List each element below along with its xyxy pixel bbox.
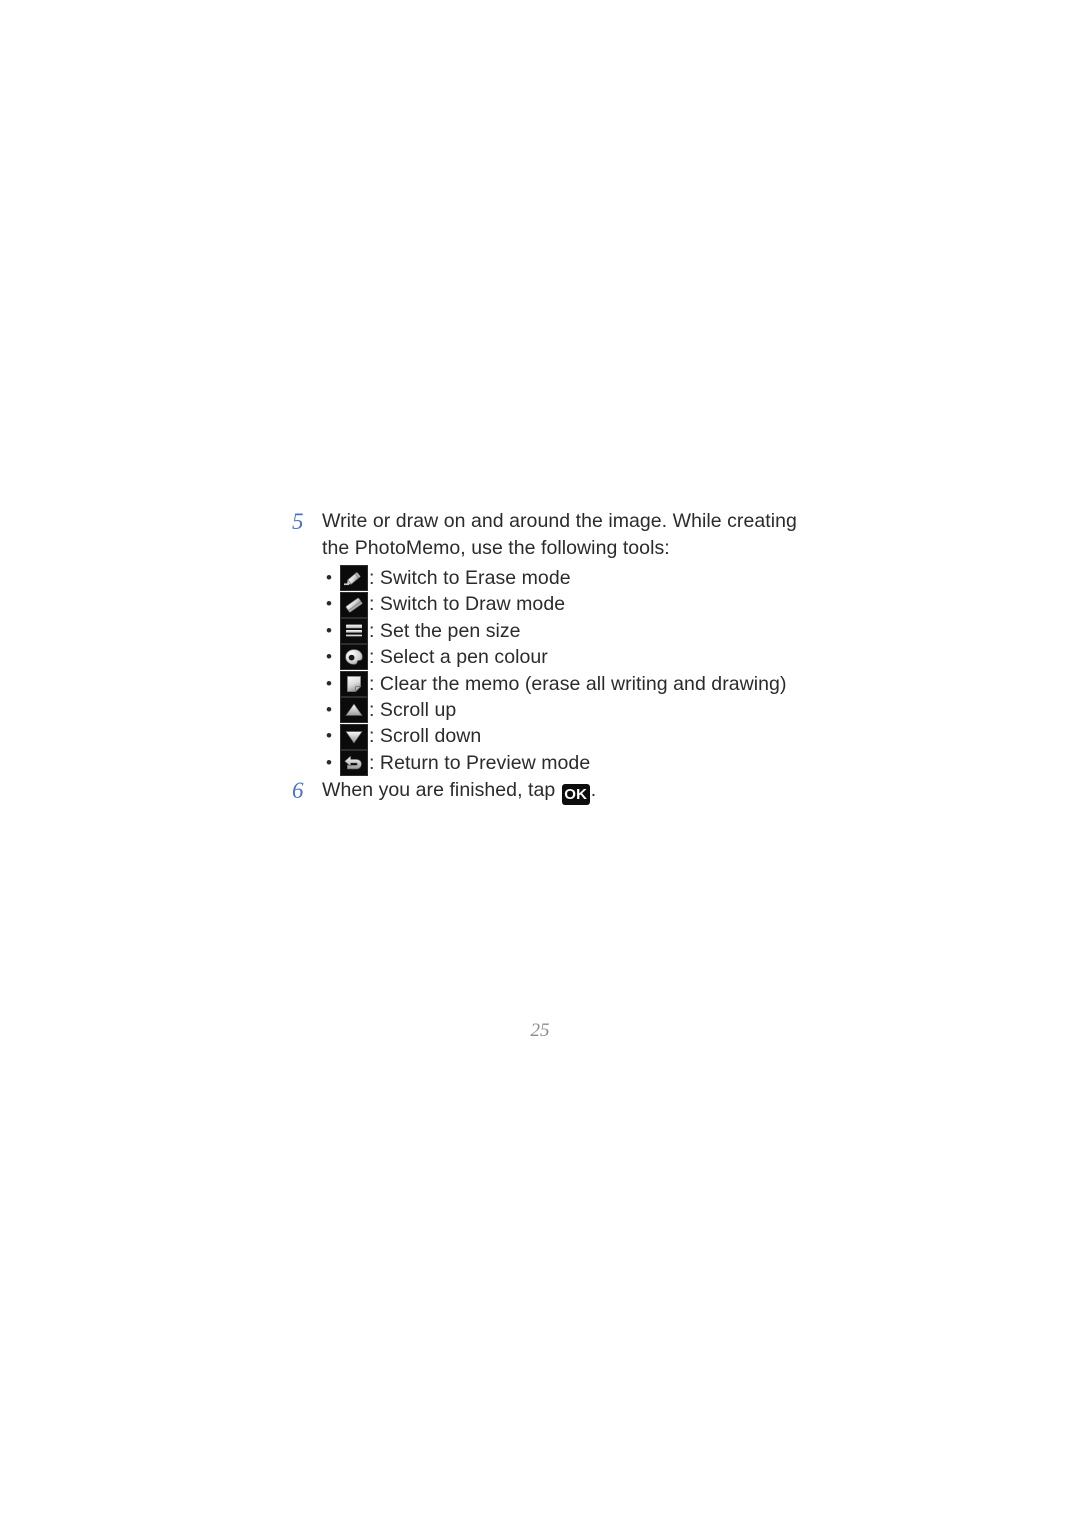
bullet-marker: •	[326, 594, 333, 614]
ok-button[interactable]: OK	[561, 784, 590, 805]
bullet-marker: •	[326, 673, 333, 693]
palette-icon[interactable]	[340, 644, 368, 671]
step-number: 6	[292, 778, 304, 803]
step-5-body: Write or draw on and around the image. W…	[322, 508, 810, 776]
list-item: •	[322, 670, 810, 697]
bullet-marker: •	[326, 752, 333, 772]
list-item: •	[322, 591, 810, 618]
pen-icon[interactable]	[340, 565, 368, 592]
bullet-marker: •	[326, 726, 333, 746]
tool-description: : Set the pen size	[369, 619, 521, 642]
tool-description: : Scroll up	[369, 698, 457, 721]
step-5-text: Write or draw on and around the image. W…	[322, 510, 797, 559]
tool-list: •: Switch to Erase mode •: Switch to D…	[322, 565, 810, 776]
step-number: 5	[292, 509, 304, 534]
tool-description: : Clear the memo (erase all writing and …	[369, 672, 787, 695]
bullet-marker: •	[326, 699, 333, 719]
return-icon[interactable]	[340, 749, 368, 776]
list-item: •	[322, 644, 810, 671]
list-item: •	[322, 565, 810, 592]
scroll-down-icon[interactable]	[340, 723, 368, 750]
step-5: 5 Write or draw on and around the image.…	[290, 508, 810, 776]
scroll-up-icon[interactable]	[340, 697, 368, 724]
clear-memo-icon[interactable]	[340, 670, 368, 697]
tool-description: : Switch to Erase mode	[369, 567, 571, 589]
step-6-text-after: .	[590, 779, 597, 801]
eraser-icon[interactable]	[340, 591, 368, 618]
bullet-marker: •	[326, 620, 333, 640]
bullet-marker: •	[326, 647, 333, 667]
list-item: • : Scroll up	[322, 697, 810, 724]
tool-description: : Switch to Draw mode	[369, 593, 566, 616]
tool-description: : Select a pen colour	[369, 646, 548, 669]
document-page: 5 Write or draw on and around the image.…	[0, 0, 1080, 1527]
tool-description: : Scroll down	[369, 725, 482, 748]
page-number: 25	[530, 1020, 550, 1041]
step-6-body: When you are finished, tap OK.	[322, 777, 596, 805]
pen-size-icon[interactable]	[340, 617, 368, 644]
bullet-marker: •	[326, 568, 333, 587]
step-6: 6 When you are finished, tap OK.	[290, 777, 710, 805]
list-item: •	[322, 617, 810, 644]
tool-description: : Return to Preview mode	[369, 751, 591, 774]
list-item: • : Return to Preview mode	[322, 749, 810, 776]
list-item: • : Scroll down	[322, 723, 810, 750]
step-6-text-before: When you are finished, tap	[322, 779, 556, 801]
